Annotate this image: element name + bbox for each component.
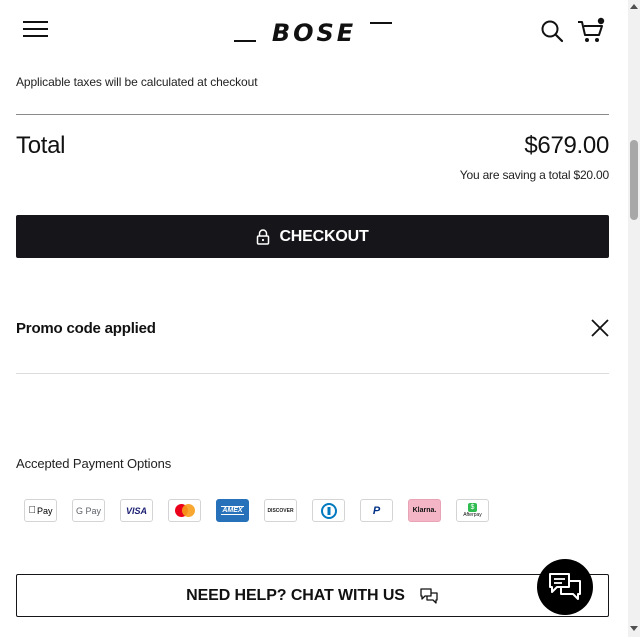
- mastercard-icon: [168, 499, 201, 522]
- visa-icon: VISA: [120, 499, 153, 522]
- hamburger-menu-icon[interactable]: [23, 21, 48, 39]
- summary-divider: [16, 114, 609, 115]
- scroll-down-arrow-icon[interactable]: [630, 626, 638, 631]
- chat-launcher-button[interactable]: [537, 559, 593, 615]
- payment-options-title: Accepted Payment Options: [16, 456, 172, 471]
- total-value: $679.00: [524, 132, 609, 159]
- site-header: BOSE: [0, 0, 628, 62]
- chat-bubbles-icon: [549, 573, 581, 600]
- cart-icon[interactable]: [576, 17, 606, 45]
- page-scrollbar[interactable]: [628, 0, 640, 637]
- brand-text: BOSE: [272, 20, 356, 44]
- afterpay-icon: $ Afterpay: [456, 499, 489, 522]
- chat-help-label: NEED HELP? CHAT WITH US: [186, 586, 405, 604]
- search-icon[interactable]: [540, 19, 564, 43]
- total-label: Total: [16, 132, 66, 159]
- tax-note: Applicable taxes will be calculated at c…: [16, 75, 258, 89]
- diners-club-icon: [312, 499, 345, 522]
- checkout-button[interactable]: CHECKOUT: [16, 215, 609, 258]
- klarna-icon: Klarna.: [408, 499, 441, 522]
- checkout-label: CHECKOUT: [279, 227, 369, 245]
- close-icon[interactable]: [589, 317, 611, 339]
- google-pay-icon: G Pay: [72, 499, 105, 522]
- amex-icon: AMEX: [216, 499, 249, 522]
- saving-note: You are saving a total $20.00: [459, 168, 609, 182]
- chat-bubbles-icon: [420, 587, 438, 604]
- apple-pay-icon: Pay: [24, 499, 57, 522]
- scrollbar-thumb[interactable]: [630, 140, 638, 220]
- scroll-up-arrow-icon[interactable]: [630, 4, 638, 9]
- promo-code-status: Promo code applied: [16, 320, 156, 337]
- chat-help-button[interactable]: NEED HELP? CHAT WITH US: [16, 574, 609, 617]
- lock-icon: [257, 228, 270, 245]
- promo-divider: [16, 373, 609, 374]
- paypal-icon: P: [360, 499, 393, 522]
- cart-badge-dot: [597, 17, 605, 25]
- discover-icon: DISCOVER: [264, 499, 297, 522]
- bose-logo[interactable]: BOSE: [234, 20, 392, 44]
